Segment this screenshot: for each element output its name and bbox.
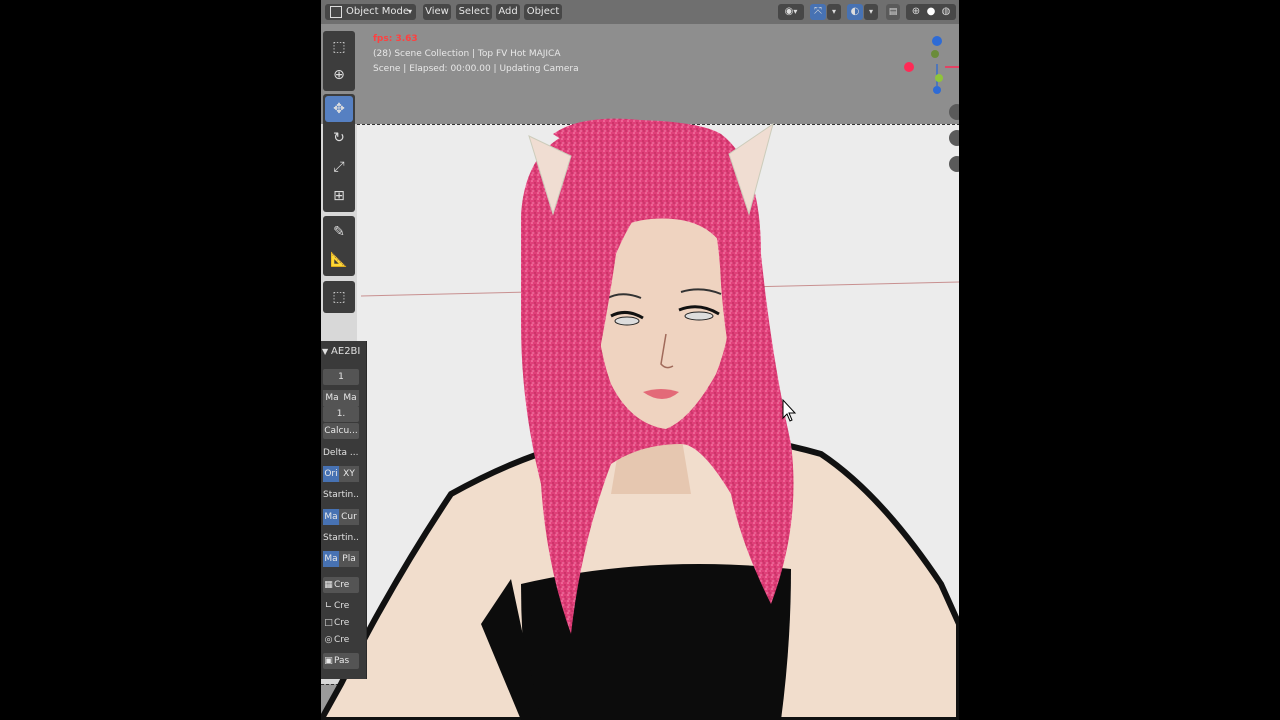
viewport-header: Object Mode ▾ View Select Add Object ◉▾ …	[321, 0, 959, 24]
annotate-tools-group: ✎ 📐	[323, 216, 355, 276]
xray-icon: ▤	[888, 7, 898, 17]
toggle-ma-b[interactable]: Ma	[341, 390, 359, 406]
menu-add[interactable]: Add	[496, 4, 520, 20]
grid-icon: ▦	[324, 580, 333, 590]
create-button-1[interactable]: ▦Cre	[323, 577, 359, 593]
value-field-2[interactable]: 1.	[323, 406, 359, 422]
cursor-tool[interactable]: ⊕	[325, 62, 353, 88]
chevron-down-icon: ▾	[793, 7, 798, 16]
rotate-icon: ↻	[333, 130, 345, 146]
starting-label-1: Startin...	[323, 490, 359, 500]
solid-shading-icon[interactable]: ●	[924, 4, 939, 20]
object-mode-icon	[330, 6, 342, 18]
create-label-1: Cre	[334, 580, 350, 590]
collapse-arrow-icon: ▼	[322, 347, 329, 356]
transform-tools-group: ✥ ↻ ⤢ ⊞	[323, 94, 355, 212]
cube-icon: ⬚	[332, 289, 346, 305]
shading-buttons: ⊕ ● ◍	[906, 4, 956, 20]
chevron-down-icon: ▾	[831, 7, 836, 16]
create-label-3: Cre	[334, 618, 350, 628]
select-box-icon: ⬚	[332, 39, 346, 55]
starting-label-2: Startin...	[323, 533, 359, 543]
camera-icon: ◎	[324, 635, 333, 645]
menu-select[interactable]: Select	[456, 4, 492, 20]
panel-title: AE2BI	[331, 346, 361, 357]
ae2bl-panel: ▼ AE2BI 1 Ma Ma 1. Calcu... Delta ... Or…	[321, 341, 367, 679]
clipboard-icon: ▣	[324, 656, 333, 666]
box-icon: □	[324, 618, 333, 628]
collection-info: (28) Scene Collection | Top FV Hot MAJIC…	[373, 49, 561, 59]
gizmo-icon: ⤧	[814, 6, 822, 17]
paste-label: Pas	[334, 656, 350, 666]
value-field-1[interactable]: 1	[323, 369, 359, 385]
wireframe-shading-icon[interactable]: ⊕	[909, 4, 924, 20]
toggle-xy[interactable]: XY	[339, 466, 359, 482]
paste-button[interactable]: ▣Pas	[323, 653, 359, 669]
toggle-ma-d[interactable]: Ma	[323, 551, 339, 567]
cursor-icon: ⊕	[333, 67, 345, 83]
toggle-ma-c[interactable]: Ma	[323, 509, 339, 525]
create-button-3[interactable]: □Cre	[323, 615, 359, 631]
rotate-tool[interactable]: ↻	[325, 125, 353, 151]
create-label-2: Cre	[334, 601, 350, 611]
move-icon: ✥	[333, 101, 345, 117]
toggle-ori[interactable]: Ori	[323, 466, 339, 482]
pencil-icon: ✎	[333, 224, 345, 240]
gizmo-toggle[interactable]: ⤧	[810, 4, 826, 20]
toggle-cur[interactable]: Cur	[339, 509, 359, 525]
overlay-dropdown[interactable]: ▾	[864, 4, 878, 20]
overlay-toggle[interactable]: ◐	[847, 4, 863, 20]
scale-tool[interactable]: ⤢	[325, 154, 353, 180]
delta-label: Delta ...	[323, 448, 359, 458]
scale-icon: ⤢	[333, 159, 345, 175]
blender-window: Object Mode ▾ View Select Add Object ◉▾ …	[321, 0, 959, 720]
transform-icon: ⊞	[333, 188, 345, 204]
mode-dropdown[interactable]: Object Mode ▾	[325, 4, 416, 20]
annotate-tool[interactable]: ✎	[325, 219, 353, 245]
ruler-icon: 📐	[330, 252, 348, 268]
toggle-ma-a[interactable]: Ma	[323, 390, 341, 406]
select-box-tool[interactable]: ⬚	[325, 34, 353, 60]
material-shading-icon[interactable]: ◍	[939, 4, 954, 20]
move-tool[interactable]: ✥	[325, 96, 353, 122]
fps-readout: fps: 3.63	[373, 34, 418, 44]
render-status: Scene | Elapsed: 00:00.00 | Updating Cam…	[373, 64, 579, 74]
measure-tool[interactable]: 📐	[325, 247, 353, 273]
3d-viewport[interactable]: fps: 3.63 (28) Scene Collection | Top FV…	[321, 24, 959, 720]
axes-icon: ∟	[324, 601, 333, 611]
visibility-dropdown[interactable]: ◉▾	[778, 4, 804, 20]
overlay-icon: ◐	[850, 6, 860, 17]
transform-tool[interactable]: ⊞	[325, 183, 353, 209]
chevron-down-icon: ▾	[407, 7, 412, 16]
rendered-character-scene	[321, 24, 959, 720]
gizmo-dropdown[interactable]: ▾	[827, 4, 841, 20]
add-cube-tool[interactable]: ⬚	[325, 284, 353, 310]
chevron-down-icon: ▾	[868, 7, 873, 16]
xray-toggle[interactable]: ▤	[886, 4, 900, 20]
create-button-2[interactable]: ∟ Cre	[323, 598, 359, 614]
calculate-button[interactable]: Calcu...	[323, 423, 359, 439]
panel-header[interactable]: ▼ AE2BI	[322, 344, 366, 360]
add-tools-group: ⬚	[323, 281, 355, 313]
create-button-4[interactable]: ◎ Cre	[323, 632, 359, 648]
toggle-pla[interactable]: Pla	[339, 551, 359, 567]
menu-object[interactable]: Object	[524, 4, 562, 20]
menu-view[interactable]: View	[423, 4, 451, 20]
viewport-info-text: fps: 3.63 (28) Scene Collection | Top FV…	[373, 32, 579, 77]
mode-label: Object Mode	[346, 6, 409, 17]
create-label-4: Cre	[334, 635, 350, 645]
select-tools-group: ⬚ ⊕	[323, 31, 355, 91]
